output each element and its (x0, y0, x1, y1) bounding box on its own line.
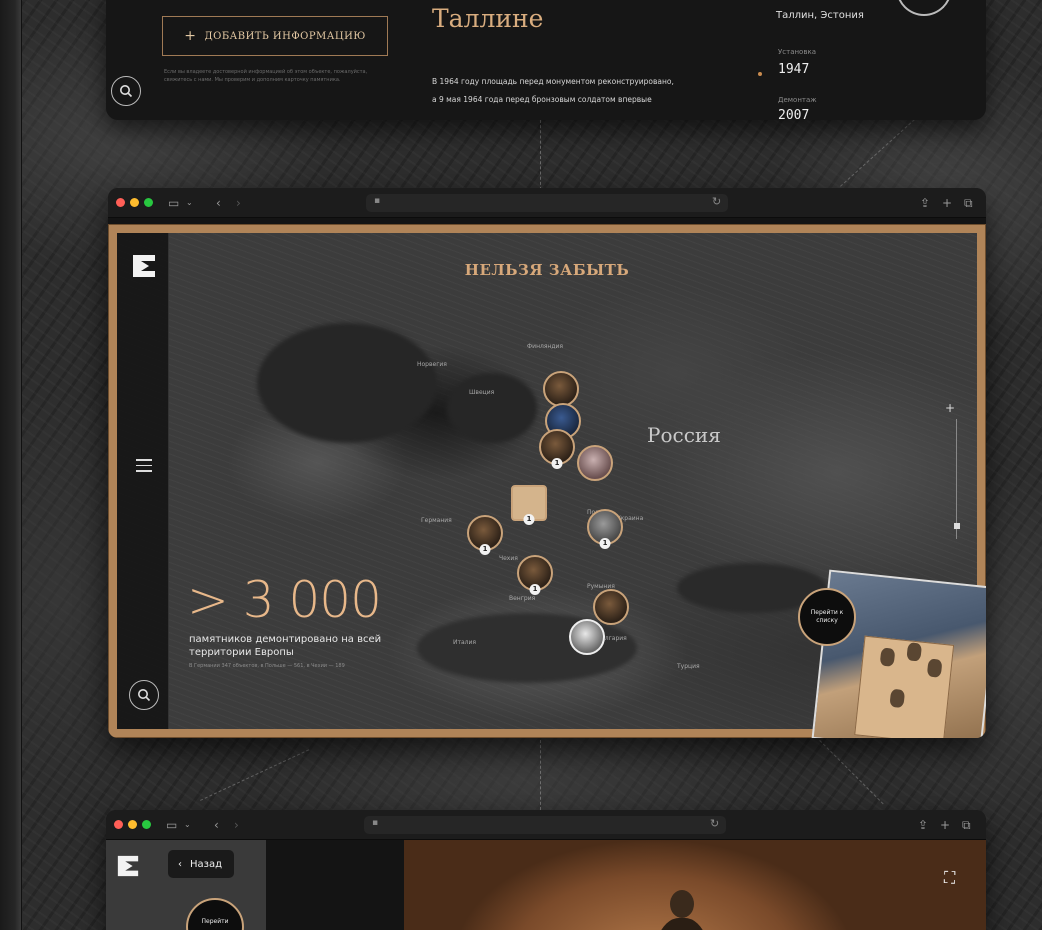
badge-arc (896, 0, 952, 16)
guide-line (540, 740, 541, 810)
new-tab-icon[interactable]: + (940, 817, 950, 833)
minimize-window-button[interactable] (128, 820, 137, 829)
address-bar[interactable]: ▪ ↻ (366, 194, 728, 212)
place-label: Венгрия (509, 595, 536, 602)
country-label-russia: Россия (647, 423, 721, 447)
map-search-button[interactable] (129, 680, 159, 710)
monument-pin[interactable]: 1 (587, 509, 623, 549)
monument-pin[interactable] (577, 445, 613, 481)
search-button[interactable] (111, 76, 141, 106)
back-arrow-icon[interactable]: ‹ (216, 195, 221, 211)
location-text: Таллин, Эстония (776, 10, 864, 21)
chevron-left-icon: ‹ (178, 858, 182, 870)
close-window-button[interactable] (116, 198, 125, 207)
monument-pin[interactable]: 1 (539, 429, 575, 469)
description-line-2: а 9 мая 1964 года перед бронзовым солдат… (432, 95, 652, 104)
monument-hero-image (404, 840, 986, 930)
add-info-fineprint: Если вы владеете достоверной информацией… (164, 69, 368, 83)
description-line-1: В 1964 году площадь перед монументом рек… (432, 77, 674, 86)
map-sidebar (117, 233, 169, 729)
browser-window-map: ▭ ⌄ ‹ › ▪ ↻ ⇪ + ⧉ НЕЛЬЗЯ ЗАБЫТЬ Россия Ф… (108, 188, 986, 738)
address-bar[interactable]: ▪ ↻ (364, 816, 726, 834)
timeline-dot (758, 72, 762, 76)
share-icon[interactable]: ⇪ (920, 195, 930, 211)
reload-icon[interactable]: ↻ (712, 195, 721, 208)
sea-area (447, 373, 537, 443)
monument-block (854, 635, 955, 738)
dismantled-year: 2007 (778, 108, 810, 120)
share-icon[interactable]: ⇪ (918, 817, 928, 833)
reload-icon[interactable]: ↻ (710, 817, 719, 830)
maximize-window-button[interactable] (144, 198, 153, 207)
fullscreen-icon[interactable]: ⛶ (944, 868, 955, 888)
stat-description: памятников демонтировано на всей террито… (189, 634, 382, 658)
goto-list-button[interactable]: Перейти к списку (798, 588, 856, 646)
city-title: Таллине (432, 4, 544, 33)
place-label: Германия (421, 517, 452, 524)
monument-pin[interactable]: 1 (467, 515, 503, 555)
maximize-window-button[interactable] (142, 820, 151, 829)
monument-pin[interactable] (569, 619, 605, 655)
sidebar-toggle-icon[interactable]: ▭ (166, 817, 177, 833)
monument-pin[interactable]: 1 (517, 555, 553, 595)
site-logo[interactable] (116, 854, 140, 878)
back-arrow-icon[interactable]: ‹ (214, 817, 219, 833)
browser-window-detail: ▭ ⌄ ‹ › ▪ ↻ ⇪ + ⧉ ‹ Назад Перейти ⛶ (106, 810, 986, 930)
installed-year: 1947 (778, 62, 810, 77)
monument-pin[interactable] (593, 589, 629, 625)
guide-line (540, 120, 541, 190)
lock-icon: ▪ (374, 196, 381, 206)
place-label: Финляндия (527, 343, 564, 350)
statue-silhouette (661, 890, 703, 930)
place-label: Чехия (499, 555, 518, 562)
tabs-overview-icon[interactable]: ⧉ (964, 195, 973, 211)
chevron-down-icon[interactable]: ⌄ (184, 817, 191, 833)
close-window-button[interactable] (114, 820, 123, 829)
dismantled-label: Демонтаж (778, 96, 817, 104)
left-edge-strip (0, 0, 22, 930)
back-button[interactable]: ‹ Назад (168, 850, 235, 878)
map-title: НЕЛЬЗЯ ЗАБЫТЬ (464, 261, 630, 279)
minimize-window-button[interactable] (130, 198, 139, 207)
lock-icon: ▪ (372, 818, 379, 828)
stat-value: > 3 000 (187, 571, 382, 629)
place-label: Италия (453, 639, 477, 646)
tabs-overview-icon[interactable]: ⧉ (962, 817, 971, 833)
sea-area (257, 323, 437, 443)
place-label: Швеция (469, 389, 495, 396)
new-tab-icon[interactable]: + (942, 195, 952, 211)
menu-icon[interactable] (136, 459, 152, 476)
stat-footnote: В Германии 347 объектов, в Польше — 561,… (189, 663, 345, 669)
add-info-label: ДОБАВИТЬ ИНФОРМАЦИЮ (204, 30, 366, 42)
monument-pin[interactable]: 1 (511, 485, 547, 525)
installed-label: Установка (778, 48, 816, 56)
zoom-slider-handle[interactable] (954, 523, 960, 529)
zoom-in-button[interactable]: + (945, 401, 955, 415)
plus-icon: + (184, 28, 197, 44)
sidebar-toggle-icon[interactable]: ▭ (168, 195, 179, 211)
place-label: Турция (677, 663, 700, 670)
forward-arrow-icon[interactable]: › (234, 817, 239, 833)
monument-detail-card: + ДОБАВИТЬ ИНФОРМАЦИЮ Если вы владеете д… (106, 0, 986, 120)
chevron-down-icon[interactable]: ⌄ (186, 195, 193, 211)
back-label: Назад (190, 858, 223, 870)
browser-toolbar: ▭ ⌄ ‹ › ▪ ↻ ⇪ + ⧉ (108, 188, 986, 218)
search-icon (138, 689, 151, 702)
add-info-button[interactable]: + ДОБАВИТЬ ИНФОРМАЦИЮ (162, 16, 388, 56)
zoom-slider-track[interactable] (956, 419, 957, 539)
forward-arrow-icon[interactable]: › (236, 195, 241, 211)
browser-toolbar: ▭ ⌄ ‹ › ▪ ↻ ⇪ + ⧉ (106, 810, 986, 840)
place-label: Норвегия (417, 361, 447, 368)
monument-pin[interactable] (543, 371, 579, 407)
search-icon (120, 85, 133, 98)
